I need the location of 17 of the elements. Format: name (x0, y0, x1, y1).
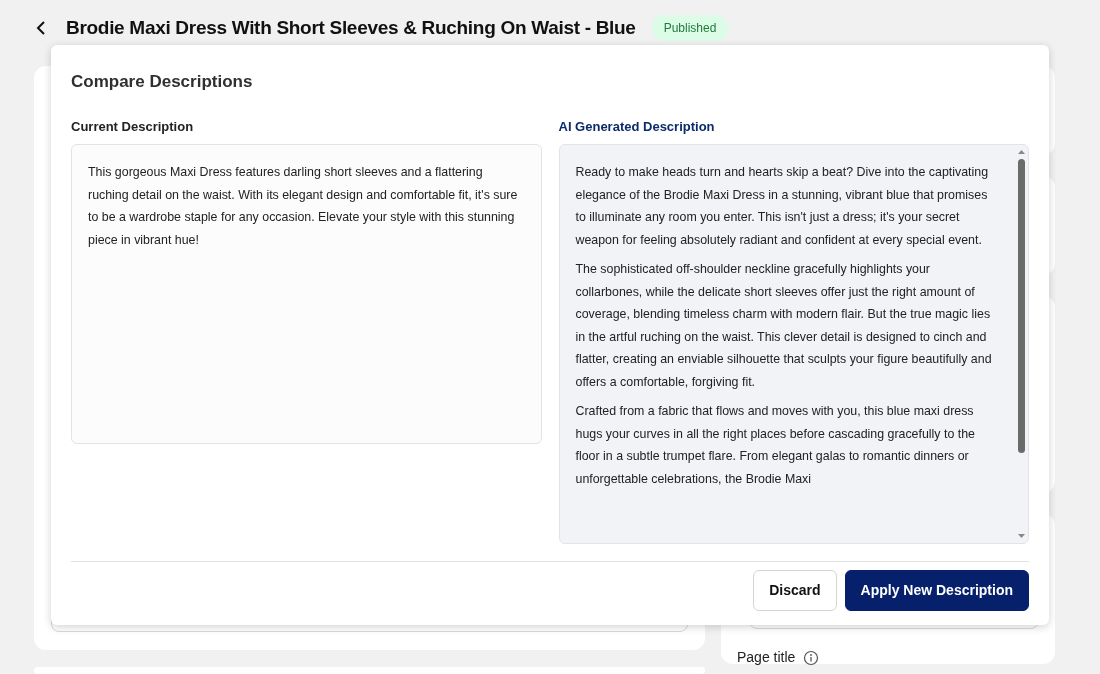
column-label: AI Generated Description (558, 117, 716, 136)
paragraph: Crafted from a fabric that flows and moves with you, this blue maxi dress hugs your curves in all the right places before cascading gracefully to the floor in a subtle trumpet flare. From elegant galas to romantic dinners or unforgettable celebrations, the Brodie Maxi (575, 403, 976, 488)
status-badge: Published (651, 15, 729, 41)
back-icon[interactable] (36, 20, 46, 36)
field-label: Page title (737, 648, 796, 667)
scrollbar[interactable] (1017, 149, 1026, 539)
discard-button[interactable]: Discard (753, 570, 837, 611)
apply-button[interactable]: Apply New Description (844, 570, 1029, 611)
paragraph: This gorgeous Maxi Dress features darling short sleeves and a flattering ruching detail on the waist. With its elegant design and comfortable fit, it's sure to be a wardrobe staple for any occasion. Elevate your style with this stunning piece in vibrant hue! (88, 164, 519, 249)
paragraph: Ready to make heads turn and hearts skip a beat? Dive into the captivating elegance of the Brodie Maxi Dress in a stunning, vibrant blue that promises to illuminate any room you enter. This isn't just a dress; it's your secret weapon for feeling absolutely radiant and confident at every special event. (575, 164, 990, 249)
info-icon[interactable] (803, 649, 820, 666)
page-title: Brodie Maxi Dress With Short Sleeves & Ruching On Waist - Blue (66, 15, 636, 40)
dialog-title: Compare Descriptions (71, 71, 254, 93)
column-label: Current Description (71, 117, 195, 136)
description-text-area[interactable] (71, 144, 542, 444)
description-text-area[interactable] (558, 144, 1029, 544)
paragraph: The sophisticated off-shoulder neckline gracefully highlights your collarbones, while the delicate short sleeves offer just the right amount of coverage, blending timeless charm with modern flair. But the true magic lies in the artful ruching on the waist. This clever detail is designed to cinch and flatter, creating an enviable silhouette that sculpts your figure beautifully and offers a comfortable, forgiving fit. (575, 261, 993, 391)
